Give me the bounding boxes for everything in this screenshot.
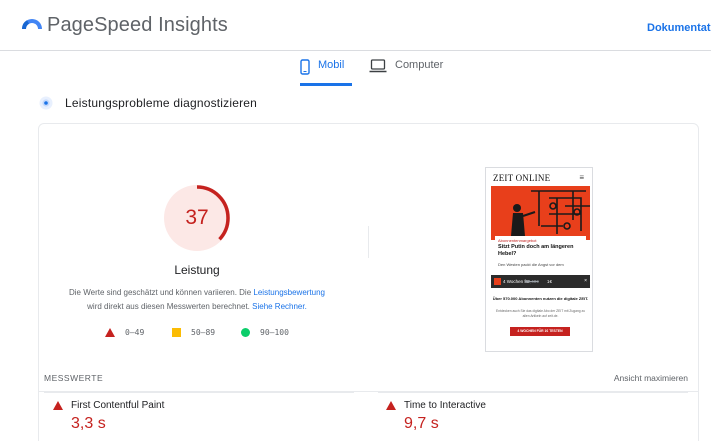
offer-title: Über 570.000 Abonnenten nutzen die digit… [492, 296, 589, 301]
article-headline: Sitzt Putin doch am längeren Hebel? [498, 244, 574, 257]
tab-mobile-label: Mobil [318, 59, 345, 71]
smartphone-icon [300, 59, 310, 75]
promo-old-price: 23,40€ [525, 279, 539, 284]
legend-poor-range: 0–49 [125, 327, 145, 337]
metrics-label: MESSWERTE [44, 373, 104, 383]
hamburger-icon: ≡ [579, 173, 584, 182]
section-title: Leistungsprobleme diagnostizieren [65, 96, 258, 110]
close-icon: × [584, 278, 587, 284]
vertical-divider [368, 226, 369, 258]
legend-good-range: 90–100 [260, 327, 289, 337]
legend-average-range: 50–89 [191, 327, 216, 337]
note-text-2: wird direkt aus diesen Messwerten berech… [87, 302, 253, 311]
expand-view-toggle[interactable]: Ansicht maximieren [614, 373, 688, 383]
metric-divider [378, 392, 688, 393]
legend-average: 50–89 [172, 327, 215, 337]
illustration-icon [511, 190, 590, 236]
offer-cta-button: 4 WOCHEN FÜR 1€ TESTEN [510, 327, 570, 336]
pagespeed-logo-icon [21, 19, 42, 32]
triangle-icon [105, 327, 115, 337]
tab-mobile[interactable]: Mobil [300, 59, 352, 86]
triangle-icon [53, 401, 63, 410]
laptop-icon [369, 59, 387, 73]
offer-text: Entdecken auch Sie das digitale Abo der … [496, 309, 586, 318]
lab-data-icon [39, 96, 53, 110]
score-note: Die Werte sind geschätzt und können vari… [57, 286, 337, 314]
metric-divider [44, 392, 354, 393]
article-teaser: Abonnentenmargebot Sitzt Putin doch am l… [495, 236, 586, 278]
performance-rating-link[interactable]: Leistungsbewertung [253, 288, 325, 297]
square-icon [172, 327, 181, 337]
metrics-header: MESSWERTE Ansicht maximieren [38, 364, 699, 392]
promo-badge-icon [494, 278, 501, 285]
metric-value: 3,3 s [71, 415, 106, 432]
section-heading: Leistungsprobleme diagnostizieren [39, 93, 257, 113]
metric-name: Time to Interactive [404, 400, 486, 411]
article-kicker: Abonnentenmargebot [498, 238, 537, 243]
performance-card [38, 123, 699, 441]
calculator-link[interactable]: Siehe Rechner. [252, 302, 307, 311]
promo-new-price: 1€ [547, 279, 553, 284]
promo-banner: 4 Wochen für 23,40€ 1€ × [491, 275, 590, 288]
metric-name: First Contentful Paint [71, 400, 165, 411]
note-text-1: Die Werte sind geschätzt und können vari… [68, 288, 254, 297]
hero-illustration [491, 186, 590, 240]
tab-computer[interactable]: Computer [369, 59, 443, 85]
metric-value: 9,7 s [404, 415, 439, 432]
active-tab-indicator [300, 83, 352, 86]
page-screenshot: ZEIT ONLINE ≡ Abonnentenmargebot Sitzt P… [485, 167, 593, 352]
performance-label: Leistung [174, 263, 220, 277]
app-title: PageSpeed Insights [47, 14, 228, 36]
legend-good: 90–100 [241, 327, 289, 337]
performance-score: 37 [185, 206, 209, 229]
triangle-icon [386, 401, 396, 410]
tab-computer-label: Computer [395, 59, 444, 71]
app-header: PageSpeed Insights Dokumentatio [0, 0, 711, 51]
site-logo: ZEIT ONLINE [493, 173, 551, 183]
article-subline: Den Westen packt die Angst vor dem [498, 262, 564, 267]
legend-poor: 0–49 [105, 327, 144, 337]
documentation-link[interactable]: Dokumentatio [647, 22, 711, 34]
circle-icon [241, 327, 250, 337]
device-tabs: Mobil Computer [0, 51, 711, 86]
